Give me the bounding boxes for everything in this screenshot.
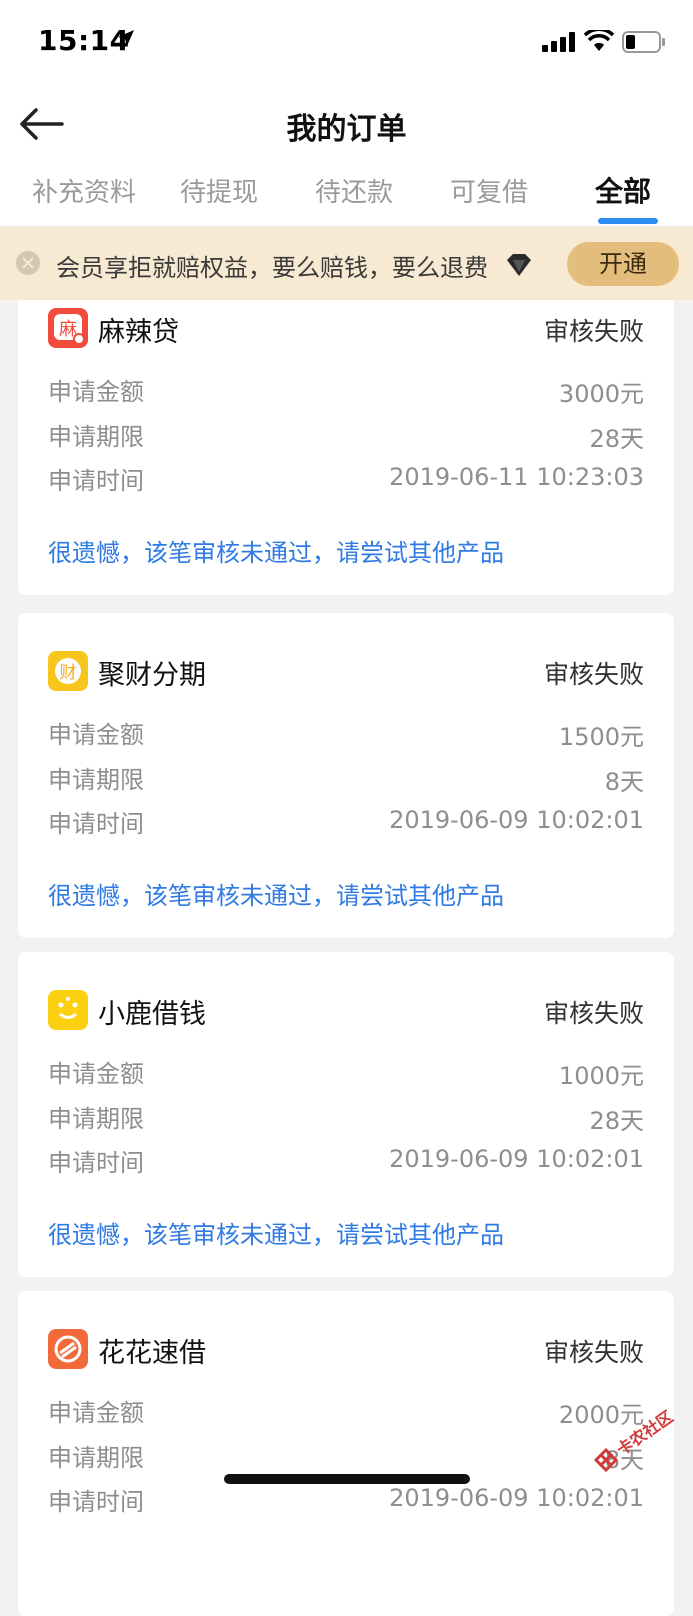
order-card[interactable]: 小鹿借钱 审核失败申请金额 1000元申请期限 28天申请时间 2019-06-09 1… — [18, 952, 674, 1277]
amount-label: 申请金额 — [48, 1399, 144, 1427]
location-arrow-icon — [118, 30, 134, 46]
time-value: 2019-06-09 10:02:01 — [389, 1484, 644, 1512]
order-card[interactable]: 花花速借 审核失败 申请金额 2000元 申请期限 8天 申请时间 2019-06-09 10… — [18, 1291, 674, 1616]
product-logo-icon — [48, 1329, 88, 1369]
order-card[interactable]: 财 聚财分期 审核失败申请金额 1500元申请期限 8天申请时间 2019-06-09 1… — [18, 613, 674, 938]
tab-reborrowable[interactable]: 可复借 — [450, 172, 528, 209]
product-name: 花花速借 — [98, 1338, 206, 1369]
amount-value: 3000元 — [558, 380, 644, 408]
order-status: 审核失败 — [543, 1338, 644, 1367]
tab-pending-withdrawal[interactable]: 待提现 — [180, 172, 258, 209]
activate-membership-button[interactable]: 开通 — [567, 242, 679, 286]
rejection-message: 很遗憾，该笔审核未通过，请尝试其他产品 — [48, 882, 504, 910]
active-tab-indicator — [598, 218, 658, 224]
tab-all[interactable]: 全部 — [595, 170, 651, 210]
svg-text:财: 财 — [60, 663, 77, 683]
term-label: 申请期限 — [48, 1444, 144, 1472]
rejection-message: 很遗憾，该笔审核未通过，请尝试其他产品 — [48, 1221, 504, 1249]
time-value: 2019-06-11 10:23:03 — [389, 463, 644, 491]
wifi-icon — [584, 30, 614, 51]
term-label: 申请期限 — [48, 423, 144, 451]
time-value: 2019-06-09 10:02:01 — [389, 1145, 644, 1173]
product-logo-icon: 麻 — [48, 308, 88, 348]
cellular-signal-icon — [542, 32, 575, 52]
time-label: 申请时间 — [48, 810, 144, 838]
term-label: 申请期限 — [48, 1105, 144, 1133]
product-name: 聚财分期 — [98, 660, 206, 691]
order-card[interactable]: 麻麻辣贷 审核失败申请金额 3000元申请期限 28天申请时间 2019-06-11 1… — [18, 270, 674, 595]
product-name: 小鹿借钱 — [98, 999, 206, 1030]
term-value: 8天 — [604, 768, 644, 796]
page-title: 我的订单 — [286, 112, 407, 147]
tab-pending-repayment[interactable]: 待还款 — [315, 172, 393, 209]
amount-value: 1000元 — [558, 1062, 644, 1090]
amount-label: 申请金额 — [48, 378, 144, 406]
close-icon[interactable] — [16, 251, 40, 275]
order-status: 审核失败 — [543, 317, 644, 346]
amount-label: 申请金额 — [48, 721, 144, 749]
diamond-icon — [507, 254, 531, 276]
banner-text: 会员享拒就赔权益，要么赔钱，要么退费 — [56, 254, 488, 282]
order-status: 审核失败 — [543, 999, 644, 1028]
term-value: 28天 — [589, 1107, 644, 1135]
term-label: 申请期限 — [48, 766, 144, 794]
time-label: 申请时间 — [48, 1149, 144, 1177]
amount-value: 1500元 — [558, 723, 644, 751]
product-name: 麻辣贷 — [98, 317, 179, 348]
order-tabs: 补充资料 待提现 待还款 可复借 全部 — [0, 158, 693, 227]
order-status: 审核失败 — [543, 660, 644, 689]
battery-icon — [622, 31, 665, 53]
time-label: 申请时间 — [48, 467, 144, 495]
product-logo-icon — [48, 990, 88, 1030]
navigation-bar: 我的订单 — [0, 88, 693, 158]
home-indicator — [224, 1474, 470, 1484]
status-bar: 15:14 — [0, 0, 693, 88]
rejection-message: 很遗憾，该笔审核未通过，请尝试其他产品 — [48, 539, 504, 567]
tab-supplement-info[interactable]: 补充资料 — [32, 172, 136, 209]
term-value: 28天 — [589, 425, 644, 453]
time-value: 2019-06-09 10:02:01 — [389, 806, 644, 834]
amount-label: 申请金额 — [48, 1060, 144, 1088]
product-logo-icon: 财 — [48, 651, 88, 691]
